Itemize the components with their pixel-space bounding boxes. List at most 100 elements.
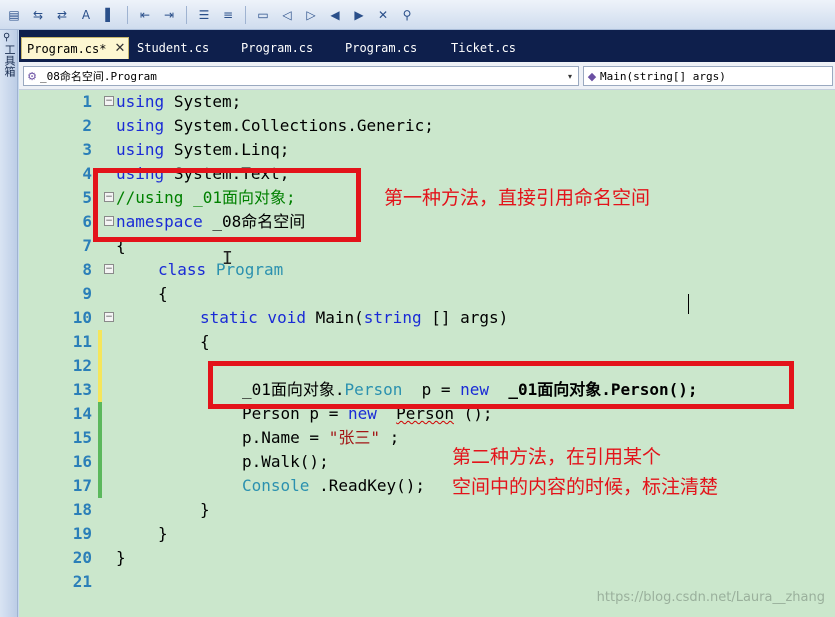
tab-program-cs-2[interactable]: Program.cs (236, 37, 336, 59)
uncomment-icon[interactable]: ≡ (218, 5, 238, 25)
line-number: 15 (72, 428, 92, 447)
code-line[interactable]: 9{ (42, 282, 835, 306)
code-token: using (116, 92, 165, 111)
code-token: System.Collections.Generic; (173, 116, 434, 135)
navigation-bar: ⚙ _08命名空间.Program ▾ ◆ Main(string[] args… (19, 62, 835, 90)
code-line[interactable]: 16 p.Walk(); (42, 450, 835, 474)
change-marker (98, 330, 102, 354)
next-bookmark-icon[interactable]: ▷ (301, 5, 321, 25)
line-number: 9 (82, 284, 92, 303)
members-icon[interactable]: ⇆ (28, 5, 48, 25)
word-icon[interactable]: A (76, 5, 96, 25)
code-text: } (200, 498, 210, 522)
highlight-box-qualified-name (208, 361, 794, 409)
line-number: 20 (72, 548, 92, 567)
text-cursor-icon: I (222, 248, 233, 269)
code-line[interactable]: 19} (42, 522, 835, 546)
type-dropdown-value: _08命名空间.Program (40, 70, 157, 83)
code-line[interactable]: 1 − using System; (42, 90, 835, 114)
line-number: 1 (82, 92, 92, 111)
method-icon: ◆ (587, 69, 597, 83)
line-number: 11 (72, 332, 92, 351)
line-number: 7 (82, 236, 92, 255)
tab-program-cs-modified[interactable]: Program.cs* ✕ (21, 37, 129, 59)
code-text: p.Name = "张三" ; (242, 426, 399, 450)
line-number: 14 (72, 404, 92, 423)
collapse-toggle-icon[interactable]: − (104, 312, 114, 322)
code-line[interactable]: 3 using System.Linq; (42, 138, 835, 162)
annotation-second-method-line2: 空间中的内容的时候，标注清楚 (452, 476, 719, 498)
clear-bookmarks-icon[interactable]: ✕ (373, 5, 393, 25)
change-marker (98, 474, 102, 498)
code-text: using System.Linq; (116, 138, 289, 162)
collapse-toggle-icon[interactable]: − (104, 264, 114, 274)
tab-program-cs-3[interactable]: Program.cs (340, 37, 440, 59)
member-dropdown[interactable]: ◆ Main(string[] args) (583, 66, 833, 86)
line-number: 16 (72, 452, 92, 471)
param-icon[interactable]: ▌ (100, 5, 120, 25)
tab-label: Program.cs (345, 41, 418, 55)
code-line[interactable]: 18} (42, 498, 835, 522)
prev-folder-icon[interactable]: ◀ (325, 5, 345, 25)
class-icon: ⚙ (27, 69, 37, 83)
close-tab-icon[interactable]: ✕ (114, 41, 125, 56)
comment-icon[interactable]: ☰ (194, 5, 214, 25)
line-number: 8 (82, 260, 92, 279)
code-line[interactable]: 8 − class Program (42, 258, 835, 282)
code-line[interactable]: 11 { (42, 330, 835, 354)
collapse-toggle-icon[interactable]: − (104, 96, 114, 106)
prev-bookmark-icon[interactable]: ◁ (277, 5, 297, 25)
code-token: { (158, 284, 168, 303)
code-line[interactable]: 10 − static void Main(string [] args) (42, 306, 835, 330)
tab-student-cs[interactable]: Student.cs (132, 37, 232, 59)
pin-icon[interactable]: ⚲ (3, 32, 10, 43)
code-token: System.Linq; (173, 140, 290, 159)
line-number: 19 (72, 524, 92, 543)
line-number: 5 (82, 188, 92, 207)
change-marker (98, 450, 102, 474)
chevron-down-icon[interactable]: ▾ (564, 67, 576, 85)
line-number: 6 (82, 212, 92, 231)
window-icon[interactable]: ▤ (4, 5, 24, 25)
code-text: using System.Collections.Generic; (116, 114, 434, 138)
code-token: .ReadKey(); (319, 476, 426, 495)
code-text: } (116, 546, 126, 570)
toolbar-separator (127, 5, 128, 24)
change-marker (98, 354, 102, 378)
code-line[interactable]: 15 p.Name = "张三" ; (42, 426, 835, 450)
code-text: class Program (158, 258, 283, 282)
code-token: string (363, 308, 422, 327)
outdent-icon[interactable]: ⇤ (135, 5, 155, 25)
indent-icon[interactable]: ⇥ (159, 5, 179, 25)
code-line[interactable]: 2 using System.Collections.Generic; (42, 114, 835, 138)
code-token: } (116, 548, 126, 567)
code-token: System; (173, 92, 242, 111)
bookmark-icon[interactable]: ▭ (253, 5, 273, 25)
line-number: 21 (72, 572, 92, 591)
code-token: class (158, 260, 207, 279)
toolbox-strip[interactable]: ⚲ 工具箱 (0, 30, 18, 617)
find-icon[interactable]: ⚲ (397, 5, 417, 25)
code-token: } (158, 524, 168, 543)
code-token: ; (389, 428, 400, 447)
line-number: 17 (72, 476, 92, 495)
line-number: 10 (72, 308, 92, 327)
type-dropdown[interactable]: ⚙ _08命名空间.Program ▾ (23, 66, 579, 86)
next-folder-icon[interactable]: ▶ (349, 5, 369, 25)
tab-ticket-cs[interactable]: Ticket.cs (446, 37, 546, 59)
code-token: Console (242, 476, 310, 495)
document-tabs: Program.cs* ✕ Student.cs Program.cs Prog… (19, 30, 835, 62)
code-text: { (158, 282, 168, 306)
toolbar-separator (186, 5, 187, 24)
code-text: { (200, 330, 210, 354)
signature-icon[interactable]: ⇄ (52, 5, 72, 25)
member-dropdown-value: Main(string[] args) (600, 69, 726, 83)
code-line[interactable]: 20} (42, 546, 835, 570)
toolbox-label: 工具箱 (3, 44, 16, 77)
change-marker (98, 378, 102, 402)
tab-label: Ticket.cs (451, 41, 517, 55)
tab-label: Program.cs (241, 41, 314, 55)
line-number: 18 (72, 500, 92, 519)
code-text: static void Main(string [] args) (200, 306, 508, 330)
change-marker (98, 426, 102, 450)
